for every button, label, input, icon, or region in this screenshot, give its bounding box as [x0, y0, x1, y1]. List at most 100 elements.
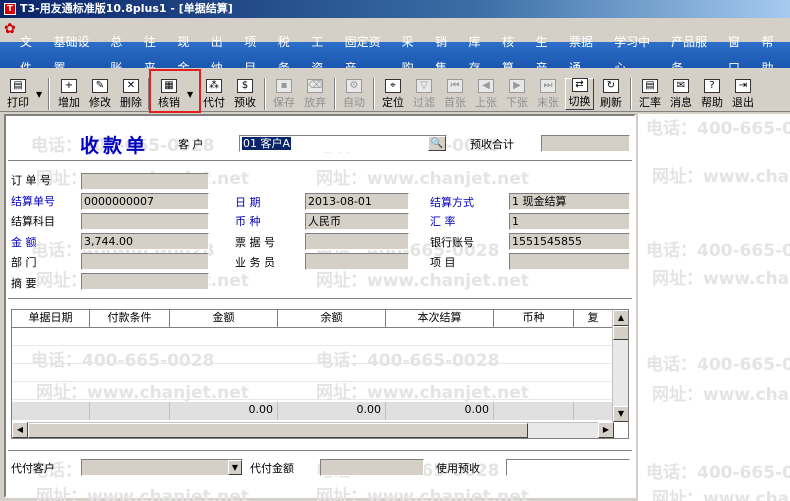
- scroll-down-icon[interactable]: ▼: [613, 406, 628, 422]
- scroll-up-icon[interactable]: ▲: [613, 310, 628, 326]
- agent-amount-field[interactable]: [320, 459, 424, 476]
- agent-pay-button[interactable]: ⁂ 代付: [201, 78, 227, 110]
- advance-total-field: [541, 135, 630, 152]
- bill-no-label: 票 据 号: [235, 236, 275, 249]
- first-button[interactable]: ⏮ 首张: [441, 78, 469, 110]
- use-advance-field[interactable]: [506, 459, 630, 476]
- modify-button[interactable]: ✎ 修改: [86, 78, 114, 110]
- watermark-phone: 电话：400-665-0028: [646, 119, 790, 139]
- agent-icon: ⁂: [206, 79, 222, 93]
- table-row[interactable]: [12, 364, 612, 382]
- currency-label: 币 种: [235, 215, 261, 228]
- exchange-rate-label: 汇 率: [430, 215, 456, 228]
- writeoff-dropdown-icon[interactable]: ▼: [187, 90, 193, 99]
- settle-method-label: 结算方式: [430, 196, 474, 209]
- bill-no-field[interactable]: [305, 233, 409, 250]
- watermark-site: 网址：www.chanjet.net: [652, 385, 790, 405]
- settle-no-label: 结算单号: [11, 195, 55, 208]
- settle-no-field[interactable]: 0000000007: [81, 193, 209, 210]
- detail-grid: 单据日期 付款条件 金额 余额 本次结算 币种 复 0.00 0.00 0.00…: [11, 309, 629, 439]
- abandon-button[interactable]: ⌫ 放弃: [301, 78, 329, 110]
- customer-input[interactable]: 01 客户A: [239, 135, 447, 152]
- bank-account-field[interactable]: 1551545855: [509, 233, 630, 250]
- scroll-right-icon[interactable]: ▶: [598, 422, 614, 438]
- amount-field[interactable]: 3,744.00: [81, 233, 209, 250]
- watermark-site: 网址：www.chanjet.net: [652, 269, 790, 289]
- grid-total-row: 0.00 0.00 0.00: [12, 402, 612, 420]
- settle-subject-field[interactable]: [81, 213, 209, 230]
- printer-icon: ▤: [10, 79, 26, 93]
- watermark-phone: 电话：400-665-0028: [646, 355, 790, 375]
- refresh-icon: ↻: [603, 79, 619, 93]
- menu-bar: 文件 基础设置 总账 往来 现金 出纳 项目 税务 工资 固定资产 采购 销售 …: [0, 35, 790, 75]
- writeoff-button[interactable]: ▦ 核销: [155, 78, 183, 110]
- prev-button[interactable]: ◀ 上张: [472, 78, 500, 110]
- footer-divider: [8, 450, 632, 451]
- refresh-button[interactable]: ↻ 刷新: [597, 78, 625, 110]
- switch-button[interactable]: ⇄ 切换: [565, 78, 594, 110]
- delete-button[interactable]: ✕ 删除: [117, 78, 145, 110]
- locate-button[interactable]: ⌖ 定位: [379, 78, 407, 110]
- trash-icon: ⌫: [307, 79, 323, 93]
- col-payment-terms[interactable]: 付款条件: [90, 310, 170, 328]
- first-page-icon: ⏮: [447, 79, 463, 93]
- col-currency[interactable]: 币种: [494, 310, 574, 328]
- table-row[interactable]: [12, 328, 612, 346]
- order-no-label: 订 单 号: [11, 174, 51, 187]
- toolbar-separator: [264, 78, 266, 110]
- chevron-down-icon[interactable]: ▼: [228, 460, 242, 475]
- auto-button[interactable]: ⚙ 自动: [340, 78, 368, 110]
- toolbar-separator: [48, 78, 50, 110]
- project-label: 项 目: [430, 256, 456, 269]
- add-doc-icon: +: [61, 79, 77, 93]
- col-extra[interactable]: 复: [574, 310, 612, 328]
- scroll-thumb[interactable]: [28, 423, 528, 438]
- scroll-thumb[interactable]: [613, 326, 628, 340]
- col-this-settle[interactable]: 本次结算: [386, 310, 494, 328]
- currency-field[interactable]: 人民币: [305, 213, 409, 230]
- message-button[interactable]: ✉ 消息: [667, 78, 695, 110]
- settle-method-field[interactable]: 1 现金结算: [509, 193, 630, 210]
- filter-button[interactable]: ▽ 过滤: [410, 78, 438, 110]
- bank-account-label: 银行账号: [430, 236, 474, 249]
- auto-icon: ⚙: [346, 79, 362, 93]
- exchange-rate-field[interactable]: 1: [509, 213, 630, 230]
- agent-customer-label: 代付客户: [11, 462, 55, 475]
- print-dropdown-icon[interactable]: ▼: [36, 90, 42, 99]
- advance-total-label: 预收合计: [470, 138, 514, 151]
- col-doc-date[interactable]: 单据日期: [12, 310, 90, 328]
- col-amount[interactable]: 金额: [170, 310, 278, 328]
- toolbar-separator: [334, 78, 336, 110]
- department-field[interactable]: [81, 253, 209, 270]
- date-field[interactable]: 2013-08-01: [305, 193, 409, 210]
- print-button[interactable]: ▤ 打印: [3, 78, 33, 110]
- agent-customer-field[interactable]: [81, 459, 243, 476]
- amount-label: 金 额: [11, 236, 37, 249]
- table-row[interactable]: [12, 346, 612, 364]
- last-button[interactable]: ⏭ 末张: [534, 78, 562, 110]
- table-row[interactable]: [12, 382, 612, 400]
- add-button[interactable]: + 增加: [55, 78, 83, 110]
- help-button[interactable]: ? 帮助: [698, 78, 726, 110]
- project-field[interactable]: [509, 253, 630, 270]
- scroll-left-icon[interactable]: ◀: [12, 422, 28, 438]
- date-label: 日 期: [235, 196, 261, 209]
- save-button[interactable]: ▪ 保存: [270, 78, 298, 110]
- col-balance[interactable]: 余额: [278, 310, 386, 328]
- watermark-site: 网址：www.chanjet.net: [36, 487, 249, 501]
- total-balance: 0.00: [278, 402, 386, 420]
- summary-field[interactable]: [81, 273, 209, 290]
- advance-button[interactable]: $ 预收: [231, 78, 259, 110]
- search-icon[interactable]: 🔍: [428, 136, 446, 151]
- exchange-rate-button[interactable]: ▤ 汇率: [636, 78, 664, 110]
- grid-horizontal-scrollbar[interactable]: ◀ ▶: [12, 422, 614, 438]
- salesperson-field[interactable]: [305, 253, 409, 270]
- next-page-icon: ▶: [509, 79, 525, 93]
- grid-vertical-scrollbar[interactable]: ▲ ▼: [612, 310, 628, 422]
- exit-button[interactable]: ⇥ 退出: [729, 78, 757, 110]
- header-divider: [8, 160, 632, 161]
- order-no-field[interactable]: [81, 173, 209, 190]
- last-page-icon: ⏭: [540, 79, 556, 93]
- settle-subject-label: 结算科目: [11, 215, 55, 228]
- next-button[interactable]: ▶ 下张: [503, 78, 531, 110]
